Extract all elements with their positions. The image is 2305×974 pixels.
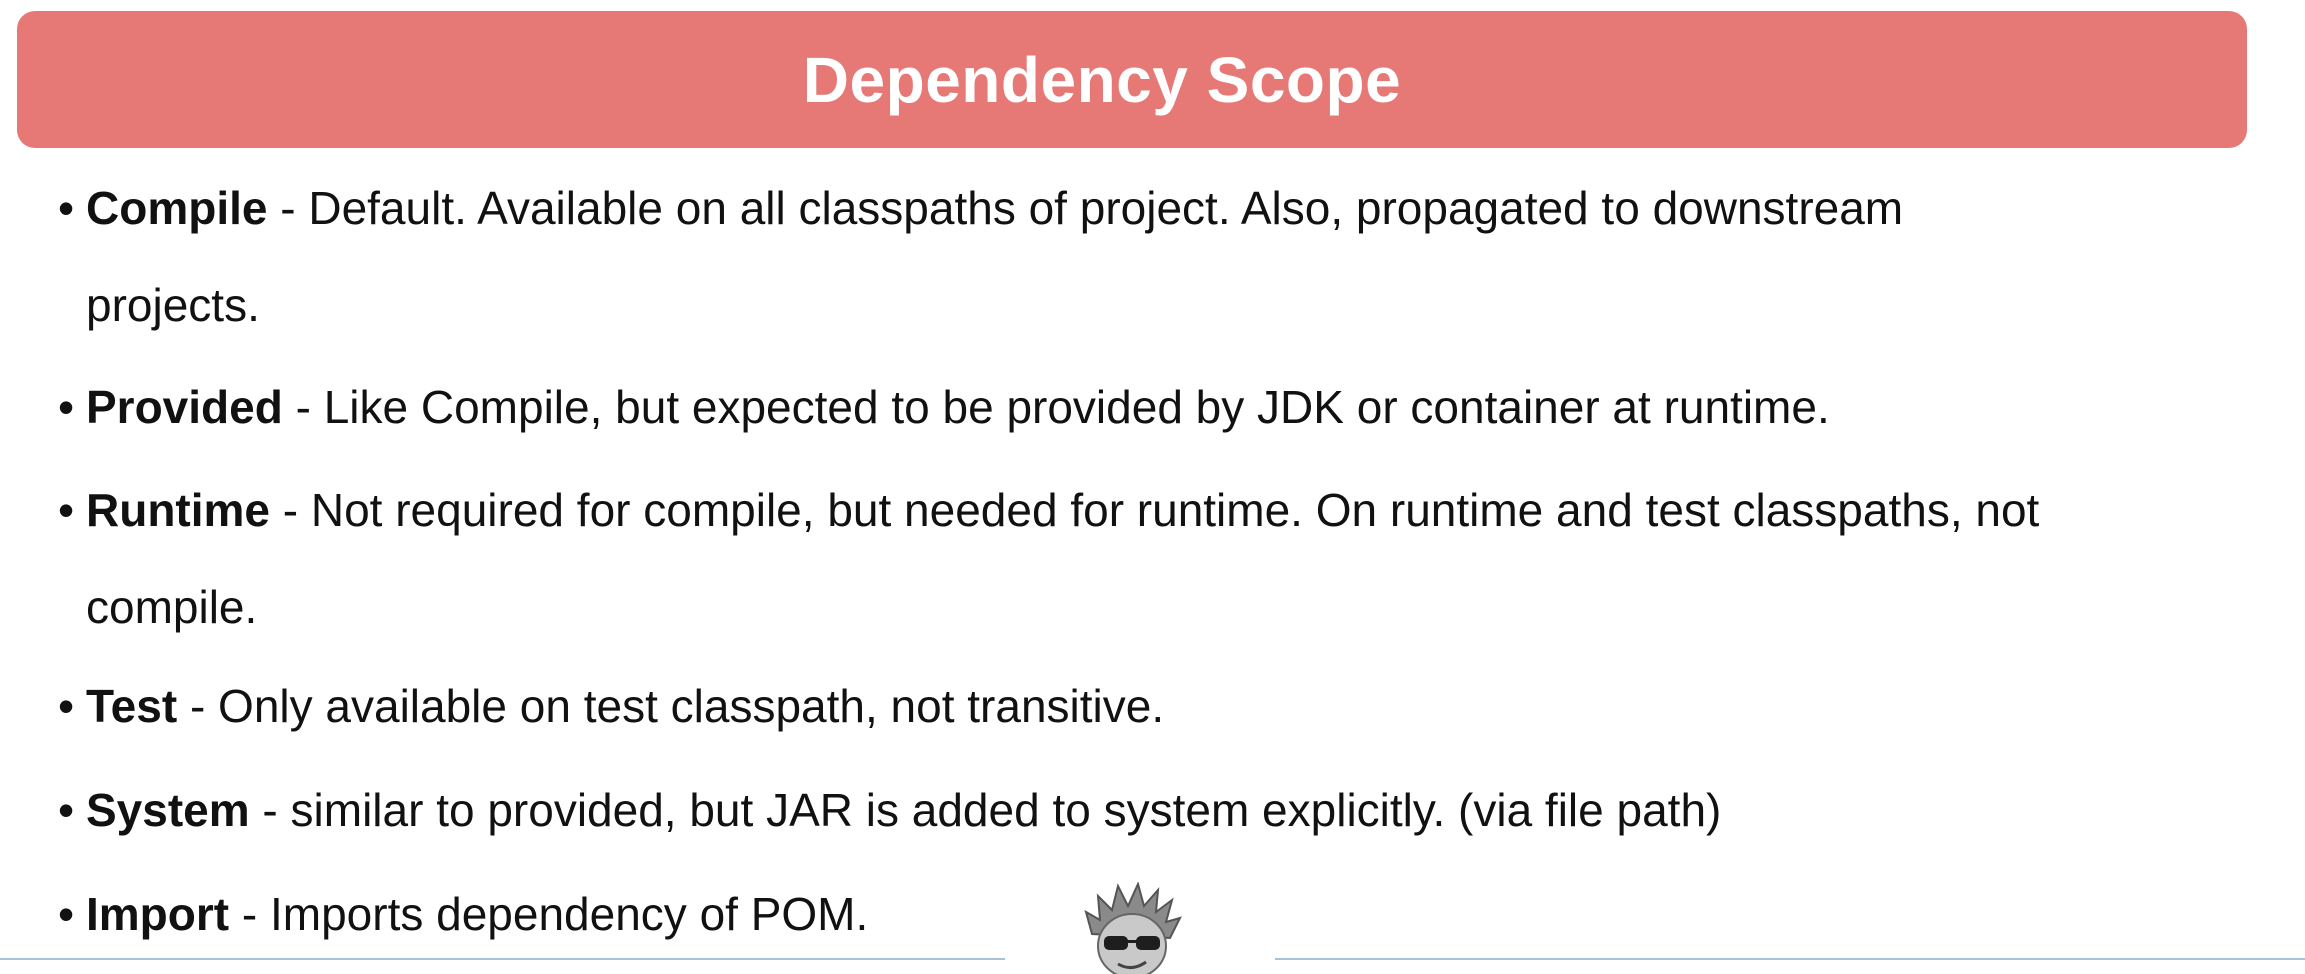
bullet-provided: • Provided - Like Compile, but expected … (58, 359, 2208, 456)
bullet-dot-icon: • (58, 484, 75, 536)
bullet-dot-icon: • (58, 784, 75, 836)
bullet-list: • Compile - Default. Available on all cl… (0, 0, 2305, 974)
bullet-runtime: • Runtime - Not required for compile, bu… (58, 462, 2208, 656)
bullet-dot-icon: • (58, 182, 75, 234)
footer-divider-left (0, 958, 1005, 960)
bullet-text: - Imports dependency of POM. (229, 888, 869, 940)
bullet-text: - Like Compile, but expected to be provi… (282, 381, 1830, 433)
footer-divider-right (1275, 958, 2305, 960)
bullet-term: System (86, 784, 250, 836)
bullet-text: - Only available on test classpath, not … (177, 680, 1165, 732)
bullet-term: Provided (86, 381, 283, 433)
bullet-dot-icon: • (58, 381, 75, 433)
bullet-text: - Not required for compile, but needed f… (270, 484, 2040, 536)
bullet-test: • Test - Only available on test classpat… (58, 658, 2208, 755)
bullet-continuation: compile. (86, 581, 258, 633)
bullet-compile: • Compile - Default. Available on all cl… (58, 160, 2208, 354)
bullet-term: Import (86, 888, 230, 940)
bullet-continuation: projects. (86, 279, 260, 331)
bullet-term: Runtime (86, 484, 270, 536)
bullet-term: Test (86, 680, 178, 732)
bullet-text: - similar to provided, but JAR is added … (249, 784, 1722, 836)
bullet-system: • System - similar to provided, but JAR … (58, 762, 2208, 859)
bullet-text: - Default. Available on all classpaths o… (267, 182, 1904, 234)
bullet-term: Compile (86, 182, 268, 234)
bullet-dot-icon: • (58, 680, 75, 732)
presenter-avatar-icon (1078, 882, 1188, 974)
bullet-dot-icon: • (58, 888, 75, 940)
